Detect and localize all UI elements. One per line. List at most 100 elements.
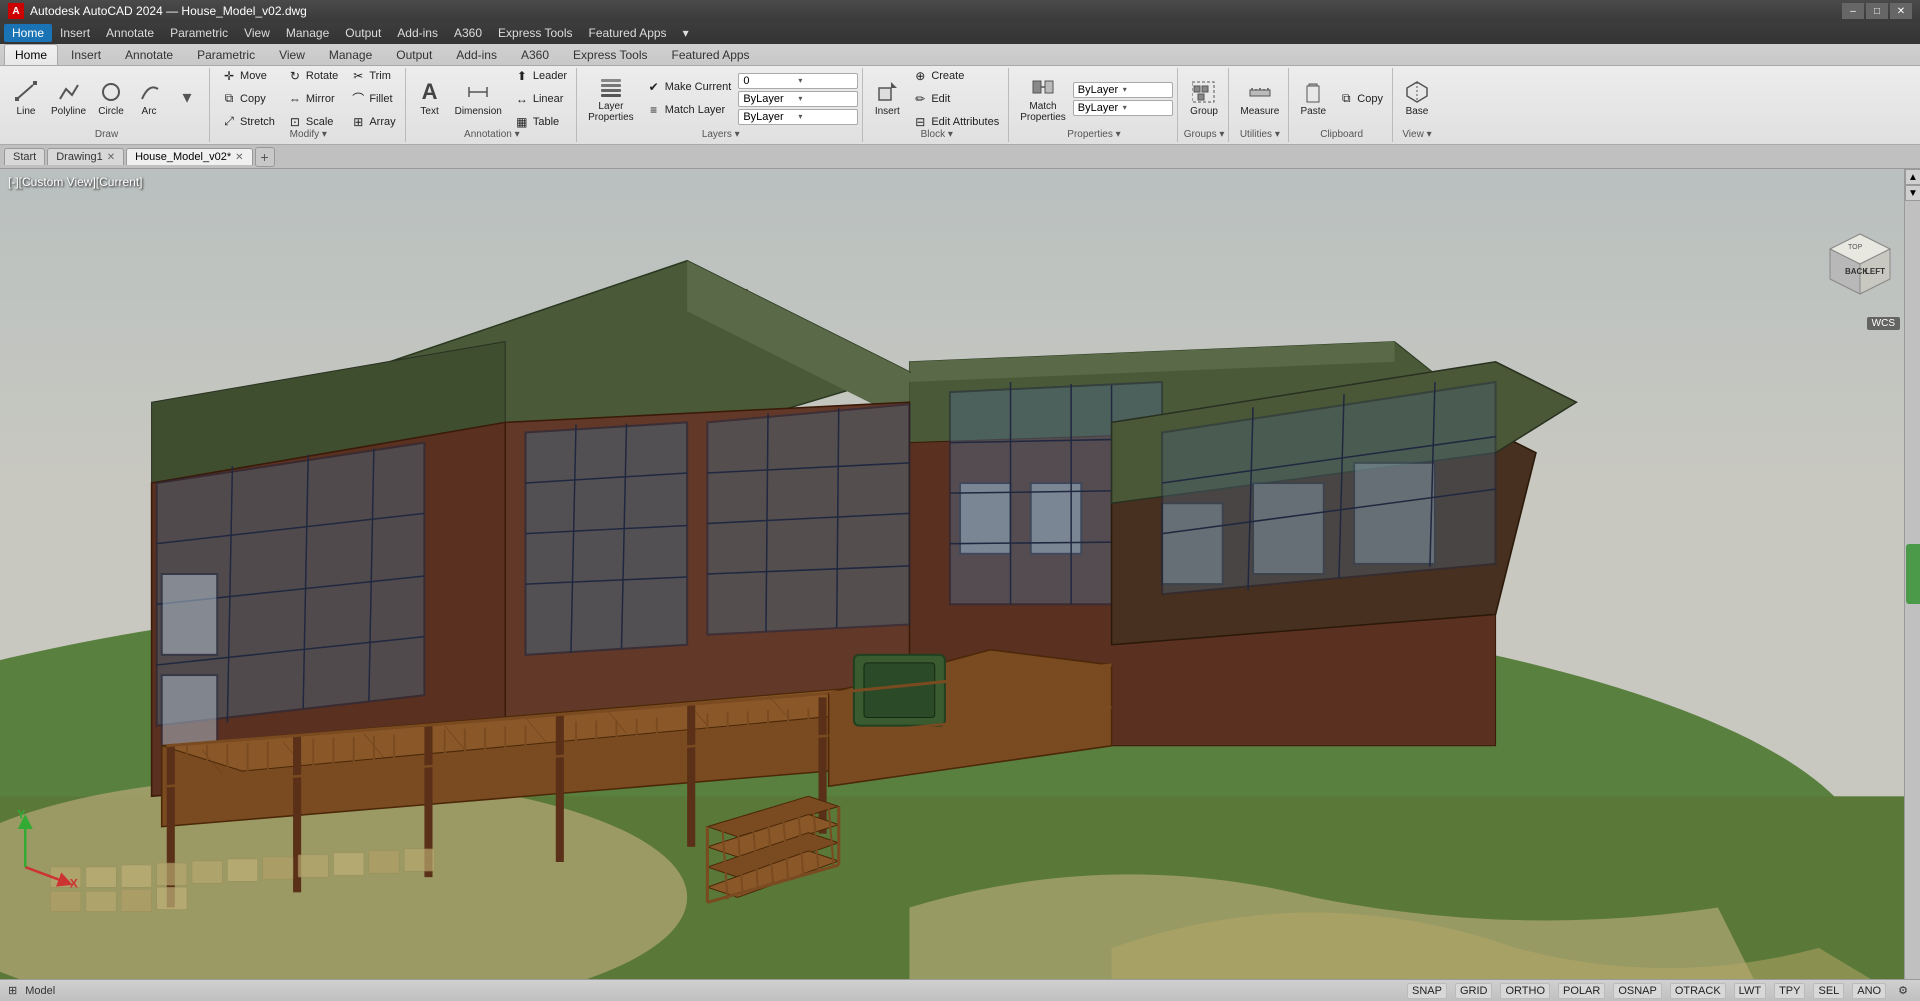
stretch-button[interactable]: ⤢ Stretch (216, 111, 280, 133)
menu-output[interactable]: Output (337, 24, 389, 42)
menu-home[interactable]: Home (4, 24, 52, 42)
navigation-cube[interactable]: BACK LEFT TOP (1820, 229, 1900, 309)
tab-drawing1-close[interactable]: ✕ (107, 152, 115, 163)
menu-featured[interactable]: Featured Apps (581, 24, 675, 42)
status-ortho[interactable]: ORTHO (1500, 983, 1550, 999)
linear-button[interactable]: ↔ Linear (509, 88, 572, 110)
line-icon (14, 80, 38, 104)
fillet-button[interactable]: ⌒ Fillet (345, 88, 400, 110)
prop-dropdown-2[interactable]: ByLayer ▾ (1073, 100, 1173, 116)
scroll-down-button[interactable]: ▼ (1905, 185, 1920, 201)
mirror-button[interactable]: ⇔ Mirror (282, 88, 343, 110)
tab-bar: Start Drawing1 ✕ House_Model_v02* ✕ + (0, 145, 1920, 169)
status-settings[interactable]: ⚙ (1894, 983, 1912, 998)
rotate-button[interactable]: ↻ Rotate (282, 65, 343, 87)
modify-label: Modify ▾ (290, 127, 327, 140)
menu-manage[interactable]: Manage (278, 24, 337, 42)
paste-button[interactable]: Paste (1295, 71, 1331, 127)
match-properties-button[interactable]: MatchProperties (1015, 71, 1071, 127)
insert-button[interactable]: Insert (869, 71, 905, 127)
tab-parametric[interactable]: Parametric (186, 44, 266, 65)
properties-label: Properties ▾ (1067, 127, 1120, 140)
menu-express[interactable]: Express Tools (490, 24, 580, 42)
tab-a360[interactable]: A360 (510, 44, 560, 65)
ribbon-group-modify: ✛ Move ⧉ Copy ⤢ Stretch ↻ Rotate (212, 68, 406, 142)
status-polar[interactable]: POLAR (1558, 983, 1605, 999)
match-layer-button[interactable]: ≡ Match Layer (641, 99, 737, 121)
layer-properties-button[interactable]: LayerProperties (583, 71, 639, 127)
tab-addins[interactable]: Add-ins (445, 44, 508, 65)
layers-buttons: LayerProperties ✔ Make Current ≡ Match L… (583, 70, 858, 127)
group-button[interactable]: Group (1185, 71, 1223, 127)
menu-view[interactable]: View (236, 24, 278, 42)
tab-add-button[interactable]: + (255, 147, 275, 167)
polyline-button[interactable]: Polyline (46, 71, 91, 127)
menu-annotate[interactable]: Annotate (98, 24, 162, 42)
move-button[interactable]: ✛ Move (216, 65, 280, 87)
measure-button[interactable]: Measure (1235, 71, 1284, 127)
maximize-button[interactable]: □ (1866, 3, 1888, 19)
insert-icon (875, 80, 899, 104)
menu-a360[interactable]: A360 (446, 24, 490, 42)
base-button[interactable]: Base (1399, 71, 1435, 127)
dimension-button[interactable]: Dimension (450, 71, 507, 127)
clipboard-copy-button[interactable]: ⧉ Copy (1333, 88, 1388, 110)
text-button[interactable]: A Text (412, 71, 448, 127)
line-button[interactable]: Line (8, 71, 44, 127)
ribbon-group-layers: LayerProperties ✔ Make Current ≡ Match L… (579, 68, 863, 142)
tab-start[interactable]: Start (4, 148, 45, 165)
trim-icon: ✂ (350, 68, 366, 84)
make-current-button[interactable]: ✔ Make Current (641, 76, 737, 98)
draw-more-button[interactable]: ▾ (169, 71, 205, 127)
window-controls: – □ ✕ (1842, 3, 1912, 19)
tab-drawing1[interactable]: Drawing1 ✕ (47, 148, 124, 165)
tab-annotate[interactable]: Annotate (114, 44, 184, 65)
status-bar: ⊞ Model SNAP GRID ORTHO POLAR OSNAP OTRA… (0, 979, 1920, 1001)
tab-house-model[interactable]: House_Model_v02* ✕ (126, 148, 252, 165)
ribbon-group-annotation: A Text Dimension ⬆ Leader ↔ (408, 68, 578, 142)
stretch-icon: ⤢ (221, 114, 237, 130)
tab-insert[interactable]: Insert (60, 44, 112, 65)
status-ano[interactable]: ANO (1852, 983, 1886, 999)
array-button[interactable]: ⊞ Array (345, 111, 400, 133)
tab-featured[interactable]: Featured Apps (661, 44, 761, 65)
status-tpy[interactable]: TPY (1774, 983, 1805, 999)
status-sel[interactable]: SEL (1813, 983, 1844, 999)
minimize-button[interactable]: – (1842, 3, 1864, 19)
tab-view[interactable]: View (268, 44, 316, 65)
leader-button[interactable]: ⬆ Leader (509, 65, 572, 87)
tab-output[interactable]: Output (385, 44, 443, 65)
viewport[interactable]: [-][Custom View][Current] (0, 169, 1920, 979)
menu-parametric[interactable]: Parametric (162, 24, 236, 42)
status-osnap[interactable]: OSNAP (1613, 983, 1662, 999)
close-button[interactable]: ✕ (1890, 3, 1912, 19)
tab-house-model-close[interactable]: ✕ (235, 152, 243, 163)
tab-express[interactable]: Express Tools (562, 44, 658, 65)
circle-button[interactable]: Circle (93, 71, 129, 127)
layer-dropdown-2[interactable]: ByLayer ▾ (738, 91, 858, 107)
copy-button[interactable]: ⧉ Copy (216, 88, 280, 110)
layer-dropdown-3[interactable]: ByLayer ▾ (738, 109, 858, 125)
menu-addins[interactable]: Add-ins (389, 24, 446, 42)
edit-button[interactable]: ✏ Edit (907, 88, 1004, 110)
block-label: Block ▾ (921, 127, 953, 140)
tab-manage[interactable]: Manage (318, 44, 383, 65)
linear-icon: ↔ (514, 91, 530, 107)
status-lwt[interactable]: LWT (1734, 983, 1766, 999)
status-otrack[interactable]: OTRACK (1670, 983, 1726, 999)
status-grid[interactable]: GRID (1455, 983, 1493, 999)
scroll-up-button[interactable]: ▲ (1905, 169, 1920, 185)
prop-dropdown-1[interactable]: ByLayer ▾ (1073, 82, 1173, 98)
layer-dropdowns: 0 ▾ ByLayer ▾ ByLayer ▾ (738, 73, 858, 125)
tab-home[interactable]: Home (4, 44, 58, 65)
menu-insert[interactable]: Insert (52, 24, 98, 42)
arc-button[interactable]: Arc (131, 71, 167, 127)
main-area: [-][Custom View][Current] (0, 169, 1920, 979)
create-button[interactable]: ⊕ Create (907, 65, 1004, 87)
ribbon-group-groups: Group Groups ▾ (1180, 68, 1230, 142)
trim-button[interactable]: ✂ Trim (345, 65, 400, 87)
clipboard-small-btns: ⧉ Copy (1333, 71, 1388, 127)
layer-dropdown-1[interactable]: 0 ▾ (738, 73, 858, 89)
menu-more[interactable]: ▾ (675, 24, 697, 42)
status-snap[interactable]: SNAP (1407, 983, 1447, 999)
